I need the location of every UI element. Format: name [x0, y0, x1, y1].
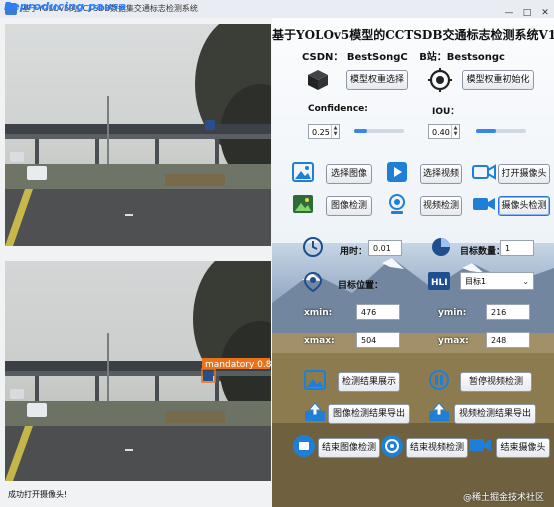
count-field[interactable]: 1 [500, 240, 534, 256]
xmin-field[interactable]: 476 [356, 304, 400, 320]
svg-text:HLI: HLI [431, 278, 448, 288]
author-info: CSDN： BestSongC B站：Bestsongc [302, 48, 513, 63]
recording-badge: Reproducing pausa [4, 0, 127, 13]
gallery-icon [293, 195, 313, 213]
xmax-label: xmax: [304, 336, 335, 346]
iou-slider[interactable] [476, 129, 526, 133]
spin-arrows-icon[interactable]: ▲ ▼ [331, 125, 339, 138]
status-bar: 成功打开摄像头! [0, 481, 272, 507]
export-upload-icon [305, 402, 325, 421]
camera-detect-button[interactable]: 摄像头检测 [498, 196, 550, 216]
count-label: 目标数量： [460, 247, 506, 257]
confidence-slider-fill [354, 129, 367, 133]
preview-pane: mandatory 0.8 成功打开摄像头! [0, 18, 272, 507]
select-video-button[interactable]: 选择视频 [420, 164, 462, 184]
export-video-results-button[interactable]: 视频检测结果导出 [454, 404, 536, 424]
window-controls: — □ ✕ [500, 0, 554, 18]
chevron-down-icon: ⌄ [522, 277, 529, 286]
webcam-icon [389, 194, 405, 214]
camera-outline-icon [472, 164, 496, 180]
hli-badge-icon: HLI [428, 272, 450, 290]
time-field[interactable]: 0.01 [368, 240, 402, 256]
select-image-button[interactable]: 选择图像 [326, 164, 372, 184]
results-image-icon [304, 370, 326, 390]
export-image-results-button[interactable]: 图像检测结果导出 [328, 404, 410, 424]
cube-icon [308, 70, 328, 90]
confidence-label: Confidence: [308, 104, 368, 114]
init-model-weights-button[interactable]: 模型权重初始化 [462, 70, 534, 90]
select-model-weights-button[interactable]: 模型权重选择 [346, 70, 408, 90]
pause-video-button[interactable]: 暂停视频检测 [460, 372, 532, 392]
video-file-icon [387, 162, 407, 182]
pie-icon [432, 238, 450, 256]
iou-spinbox[interactable]: 0.40 ▲ ▼ [428, 124, 460, 139]
target-select-value: 目标1 [465, 277, 487, 286]
control-panel: 基于YOLOv5模型的CCTSDB交通标志检测系统V1.0 CSDN： Best… [272, 18, 554, 507]
confidence-spinbox[interactable]: 0.25 ▲ ▼ [308, 124, 340, 139]
stop-image-icon [293, 435, 315, 457]
ymin-field[interactable]: 216 [486, 304, 530, 320]
confidence-value: 0.25 [312, 128, 330, 137]
stop-video-icon [381, 435, 403, 457]
ymax-field[interactable]: 248 [486, 332, 530, 348]
app-title: 基于YOLOv5模型的CCTSDB交通标志检测系统V1.0 [272, 28, 554, 42]
target-select[interactable]: 目标1 ⌄ [460, 272, 534, 290]
video-detect-button[interactable]: 视频检测 [420, 196, 462, 216]
app-window: 基于YOLOv5的CCTSDB数据集交通标志检测系统 Reproducing p… [0, 0, 554, 507]
time-label: 用时： [340, 247, 368, 257]
stop-camera-button[interactable]: 结束摄像头 [496, 438, 550, 458]
spin-arrows-icon[interactable]: ▲ ▼ [451, 125, 459, 138]
iou-slider-fill [476, 129, 496, 133]
watermark: @稀土掘金技术社区 [462, 493, 544, 503]
xmin-label: xmin: [304, 308, 333, 318]
image-detect-button[interactable]: 图像检测 [326, 196, 372, 216]
stop-image-detect-button[interactable]: 结束图像检测 [318, 438, 380, 458]
target-icon [428, 68, 452, 92]
export-upload-icon [429, 402, 449, 421]
bilibili-label: B站：Bestsongc [419, 52, 505, 63]
xmax-field[interactable]: 504 [356, 332, 400, 348]
image-icon [292, 162, 314, 182]
title-bar: 基于YOLOv5的CCTSDB数据集交通标志检测系统 Reproducing p… [0, 0, 554, 19]
show-results-button[interactable]: 检测结果展示 [338, 372, 400, 392]
original-video-view [5, 24, 271, 246]
csdn-label: CSDN： BestSongC [302, 52, 408, 63]
clock-icon [303, 237, 323, 257]
stop-camera-icon [469, 439, 491, 451]
open-camera-button[interactable]: 打开摄像头 [498, 164, 550, 184]
ymax-label: ymax: [438, 336, 469, 346]
camera-filled-icon [473, 198, 495, 210]
iou-value: 0.40 [432, 128, 450, 137]
detection-label: mandatory 0.8 [205, 360, 271, 370]
iou-label: IOU： [432, 107, 460, 117]
location-icon [304, 272, 322, 292]
status-message: 成功打开摄像头! [8, 490, 68, 499]
ymin-label: ymin: [438, 308, 467, 318]
confidence-slider[interactable] [354, 129, 404, 133]
pause-icon [429, 370, 449, 390]
detection-video-view: mandatory 0.8 [5, 261, 271, 481]
position-label: 目标位置： [338, 281, 384, 291]
stop-video-detect-button[interactable]: 结束视频检测 [406, 438, 468, 458]
